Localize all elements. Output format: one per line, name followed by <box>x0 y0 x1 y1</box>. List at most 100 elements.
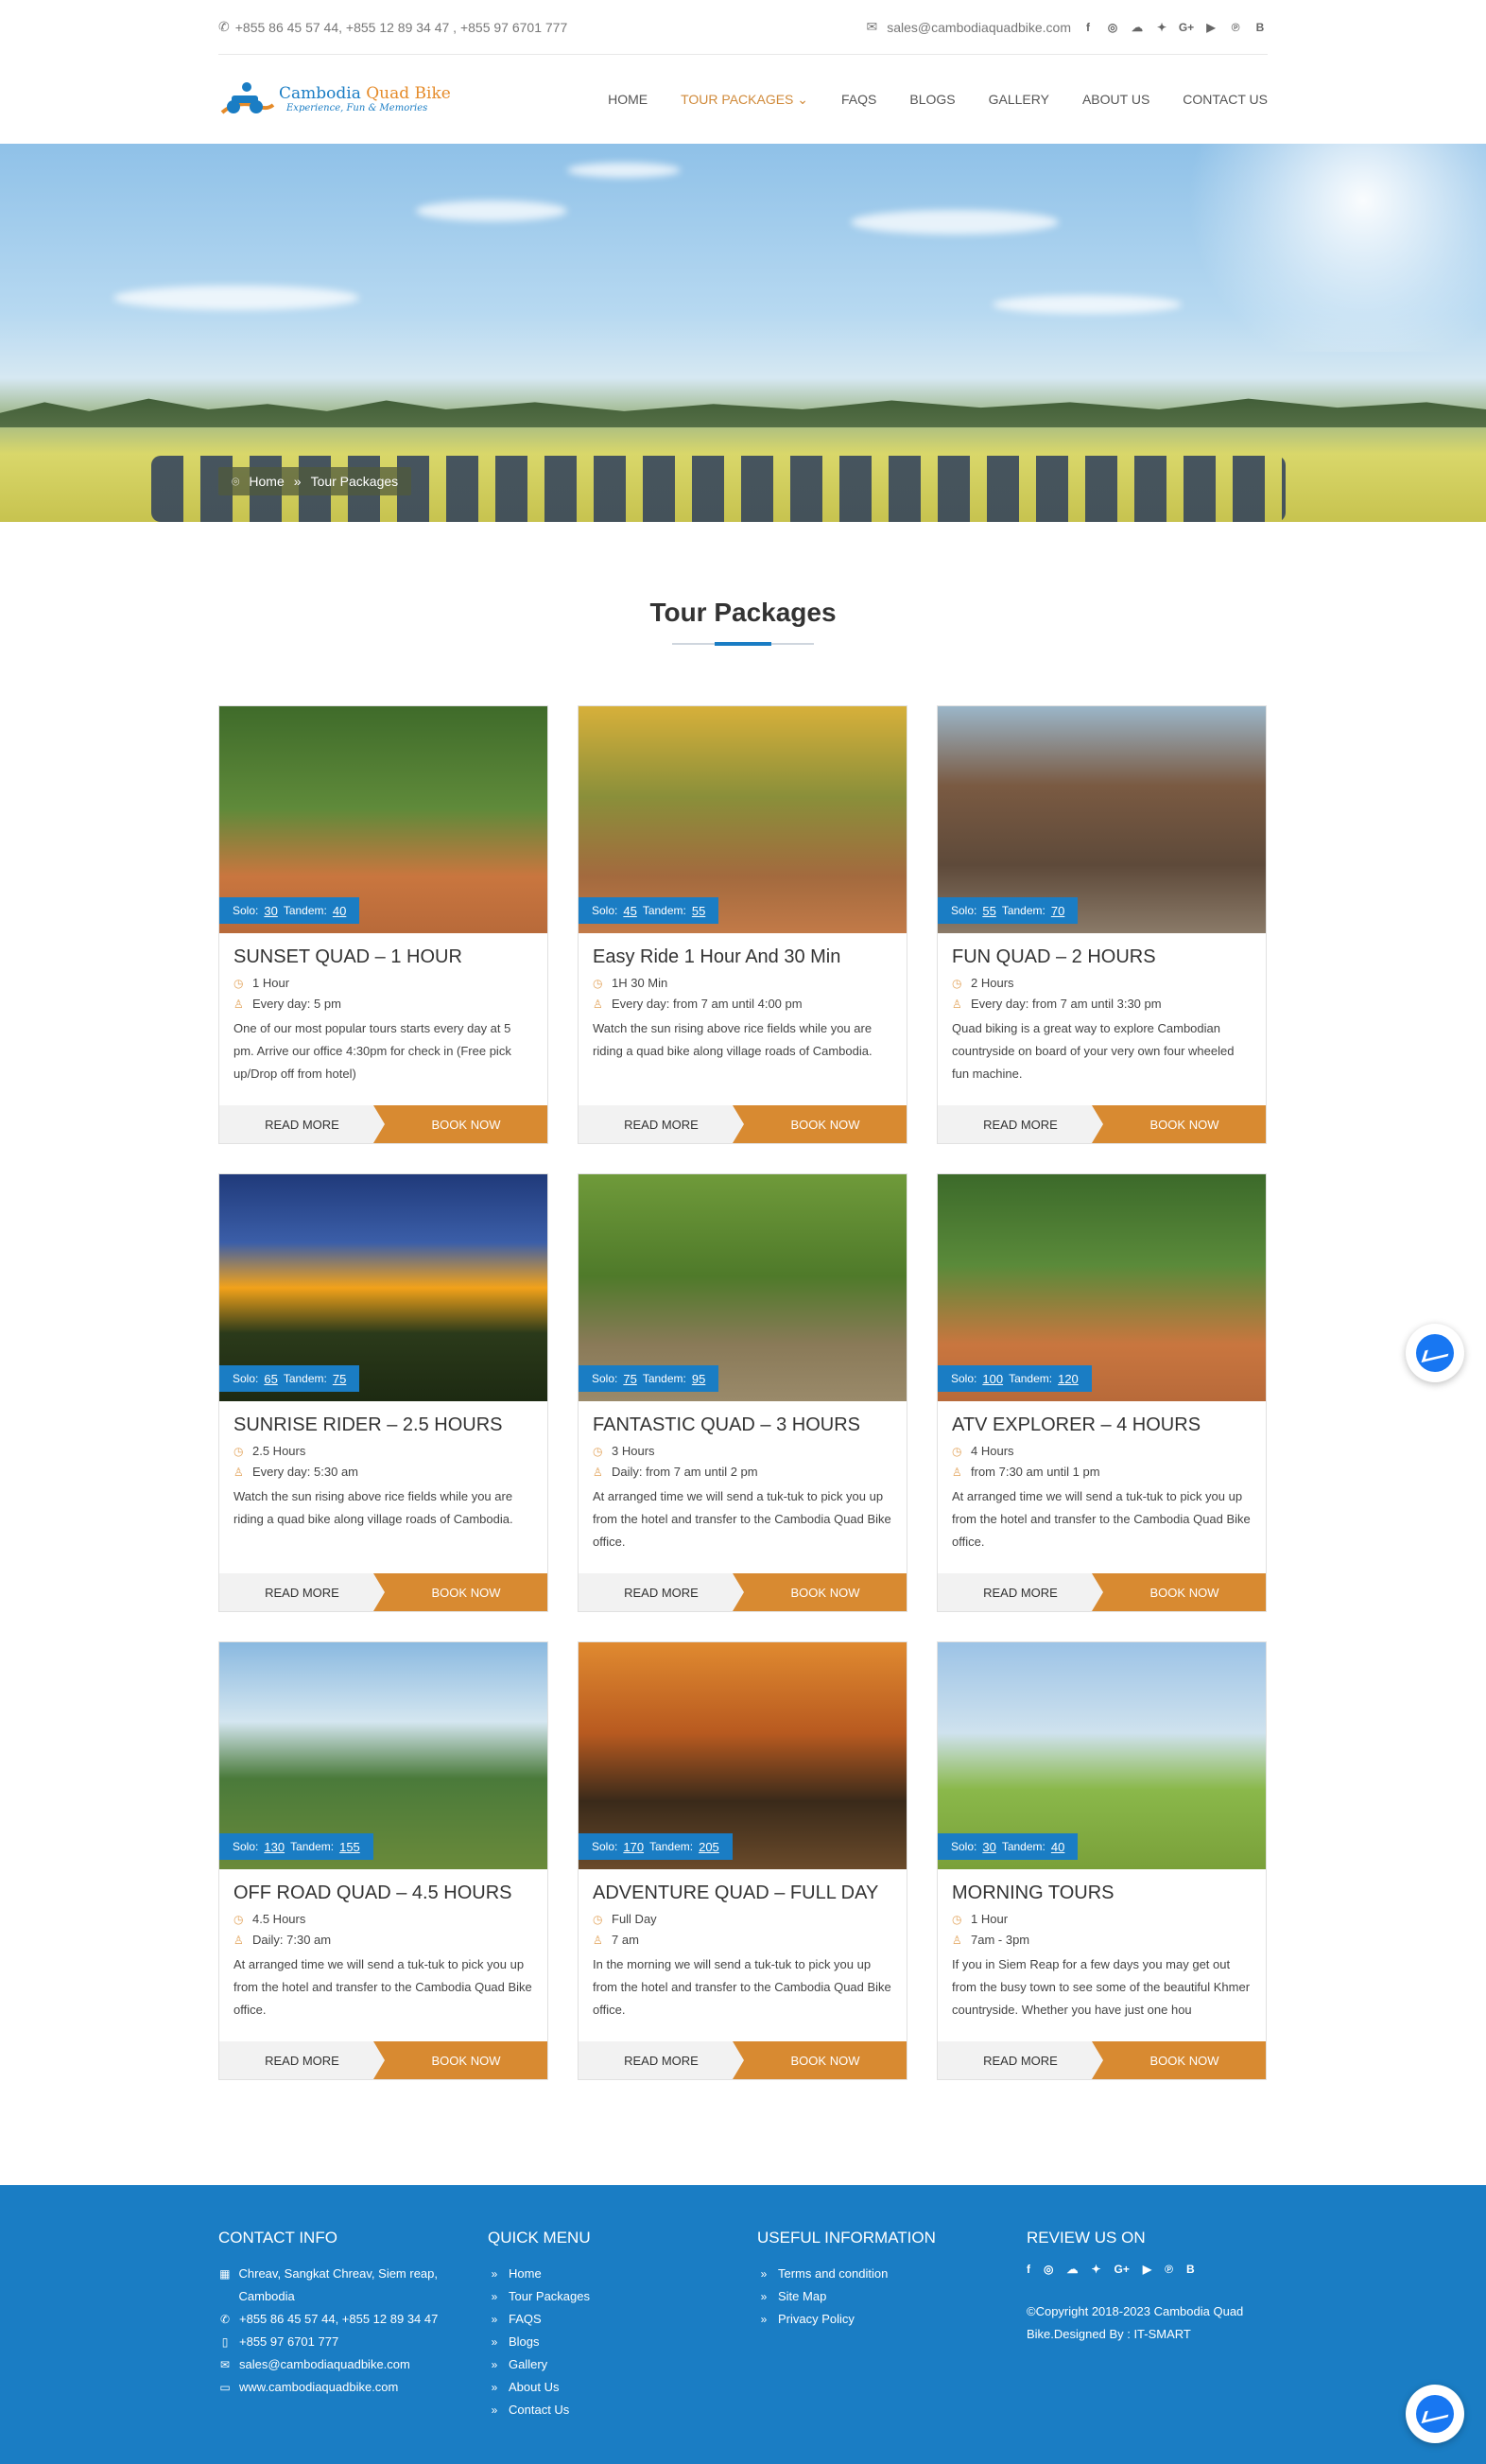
topbar-email[interactable]: sales@cambodiaquadbike.com <box>887 20 1071 35</box>
instagram-icon[interactable]: ◎ <box>1044 2263 1053 2276</box>
tour-duration: 2.5 Hours <box>252 1444 306 1458</box>
footer-link[interactable]: » Blogs <box>488 2331 757 2353</box>
read-more-button[interactable]: READ MORE <box>579 2041 744 2079</box>
tour-title[interactable]: SUNRISE RIDER – 2.5 HOURS <box>233 1414 533 1436</box>
tour-image[interactable]: Solo: 170 Tandem: 205 <box>579 1642 907 1869</box>
phone-icon: ✆ <box>219 2313 231 2326</box>
tour-image[interactable]: Solo: 45 Tandem: 55 <box>579 706 907 933</box>
solo-price: 45 <box>623 903 637 918</box>
book-now-button[interactable]: BOOK NOW <box>1092 2041 1266 2079</box>
messenger-chat-button[interactable] <box>1406 1324 1464 1382</box>
tour-title[interactable]: MORNING TOURS <box>952 1883 1252 1904</box>
blogger-icon[interactable]: B <box>1186 2263 1195 2276</box>
tour-title[interactable]: Easy Ride 1 Hour And 30 Min <box>593 946 892 968</box>
google-plus-icon[interactable]: G+ <box>1114 2263 1130 2276</box>
pinterest-icon[interactable]: ℗ <box>1165 2263 1173 2276</box>
hero-cloud <box>416 200 567 221</box>
nav-home[interactable]: HOME <box>608 92 648 108</box>
footer-link[interactable]: » About Us <box>488 2376 757 2399</box>
book-now-button[interactable]: BOOK NOW <box>373 1573 547 1611</box>
tour-title[interactable]: FUN QUAD – 2 HOURS <box>952 946 1252 968</box>
instagram-icon[interactable]: ◎ <box>1105 20 1120 35</box>
footer-link[interactable]: » Home <box>488 2263 757 2285</box>
clock-icon: ◷ <box>233 976 244 990</box>
tour-description: In the morning we will send a tuk-tuk to… <box>593 1957 891 2017</box>
footer-website[interactable]: www.cambodiaquadbike.com <box>239 2376 398 2399</box>
read-more-button[interactable]: READ MORE <box>938 1573 1103 1611</box>
tour-card: Solo: 45 Tandem: 55 Easy Ride 1 Hour And… <box>578 705 907 1144</box>
twitter-icon[interactable]: ✦ <box>1091 2263 1100 2276</box>
footer-link[interactable]: » Privacy Policy <box>757 2308 1027 2331</box>
tour-title[interactable]: SUNSET QUAD – 1 HOUR <box>233 946 533 968</box>
tour-image[interactable]: Solo: 30 Tandem: 40 <box>938 1642 1266 1869</box>
clock-icon: ◷ <box>952 976 962 990</box>
google-plus-icon[interactable]: G+ <box>1179 20 1194 35</box>
wechat-icon[interactable]: ☁ <box>1130 20 1145 35</box>
tour-image[interactable]: Solo: 55 Tandem: 70 <box>938 706 1266 933</box>
read-more-button[interactable]: READ MORE <box>219 1105 385 1143</box>
book-now-button[interactable]: BOOK NOW <box>1092 1105 1266 1143</box>
footer-link[interactable]: » Contact Us <box>488 2399 757 2421</box>
tour-image[interactable]: Solo: 100 Tandem: 120 <box>938 1174 1266 1401</box>
person-icon: ♙ <box>233 1465 244 1479</box>
facebook-icon[interactable]: f <box>1027 2263 1030 2276</box>
hero-cloud <box>113 286 359 310</box>
solo-price: 65 <box>264 1371 278 1386</box>
nav-gallery[interactable]: GALLERY <box>989 92 1049 108</box>
read-more-button[interactable]: READ MORE <box>938 1105 1103 1143</box>
footer-link[interactable]: » Tour Packages <box>488 2285 757 2308</box>
footer-link[interactable]: » Gallery <box>488 2353 757 2376</box>
nav-about[interactable]: ABOUT US <box>1082 92 1149 108</box>
footer-link-label: Blogs <box>509 2334 540 2349</box>
tour-title[interactable]: ADVENTURE QUAD – FULL DAY <box>593 1883 892 1904</box>
mail-icon: ✉ <box>866 19 878 34</box>
footer-link[interactable]: » Site Map <box>757 2285 1027 2308</box>
pinterest-icon[interactable]: ℗ <box>1228 20 1243 35</box>
solo-price: 30 <box>982 1839 996 1854</box>
youtube-icon[interactable]: ▶ <box>1203 20 1218 35</box>
youtube-icon[interactable]: ▶ <box>1143 2263 1151 2276</box>
footer-email[interactable]: sales@cambodiaquadbike.com <box>239 2353 410 2376</box>
solo-label: Solo: <box>951 1372 977 1385</box>
logo-brand-b: Quad Bike <box>366 84 451 104</box>
tour-title[interactable]: OFF ROAD QUAD – 4.5 HOURS <box>233 1883 533 1904</box>
nav-contact[interactable]: CONTACT US <box>1183 92 1268 108</box>
book-now-button[interactable]: BOOK NOW <box>373 1105 547 1143</box>
book-now-button[interactable]: BOOK NOW <box>1092 1573 1266 1611</box>
hero-cloud <box>567 163 681 178</box>
breadcrumb-home[interactable]: Home <box>249 474 284 489</box>
footer-link[interactable]: » FAQS <box>488 2308 757 2331</box>
logo-tagline: Experience, Fun & Memories <box>286 102 428 113</box>
read-more-button[interactable]: READ MORE <box>219 2041 385 2079</box>
tour-image[interactable]: Solo: 65 Tandem: 75 <box>219 1174 547 1401</box>
tour-description: Quad biking is a great way to explore Ca… <box>952 1021 1235 1081</box>
read-more-button[interactable]: READ MORE <box>219 1573 385 1611</box>
tour-description: At arranged time we will send a tuk-tuk … <box>952 1489 1251 1549</box>
nav-tour-packages[interactable]: TOUR PACKAGES ⌄ <box>681 92 808 108</box>
tour-image[interactable]: Solo: 130 Tandem: 155 <box>219 1642 547 1869</box>
book-now-button[interactable]: BOOK NOW <box>373 2041 547 2079</box>
nav-faqs[interactable]: FAQS <box>841 92 876 108</box>
tour-image[interactable]: Solo: 75 Tandem: 95 <box>579 1174 907 1401</box>
read-more-button[interactable]: READ MORE <box>579 1573 744 1611</box>
logo[interactable]: Cambodia Quad Bike Experience, Fun & Mem… <box>218 78 451 120</box>
solo-price: 55 <box>982 903 996 918</box>
facebook-icon[interactable]: f <box>1080 20 1096 35</box>
book-now-button[interactable]: BOOK NOW <box>733 1573 907 1611</box>
blogger-icon[interactable]: B <box>1253 20 1268 35</box>
nav-blogs[interactable]: BLOGS <box>909 92 955 108</box>
tour-title[interactable]: FANTASTIC QUAD – 3 HOURS <box>593 1414 892 1436</box>
messenger-chat-button-footer[interactable] <box>1406 2385 1464 2443</box>
book-now-button[interactable]: BOOK NOW <box>733 2041 907 2079</box>
footer-link[interactable]: » Terms and condition <box>757 2263 1027 2285</box>
read-more-button[interactable]: READ MORE <box>579 1105 744 1143</box>
read-more-button[interactable]: READ MORE <box>938 2041 1103 2079</box>
twitter-icon[interactable]: ✦ <box>1154 20 1169 35</box>
book-now-button[interactable]: BOOK NOW <box>733 1105 907 1143</box>
tour-description: Watch the sun rising above rice fields w… <box>593 1021 873 1058</box>
wechat-icon[interactable]: ☁ <box>1066 2263 1078 2276</box>
solo-price: 170 <box>623 1839 645 1854</box>
tour-image[interactable]: Solo: 30 Tandem: 40 <box>219 706 547 933</box>
tour-title[interactable]: ATV EXPLORER – 4 HOURS <box>952 1414 1252 1436</box>
tandem-price: 155 <box>339 1839 360 1854</box>
